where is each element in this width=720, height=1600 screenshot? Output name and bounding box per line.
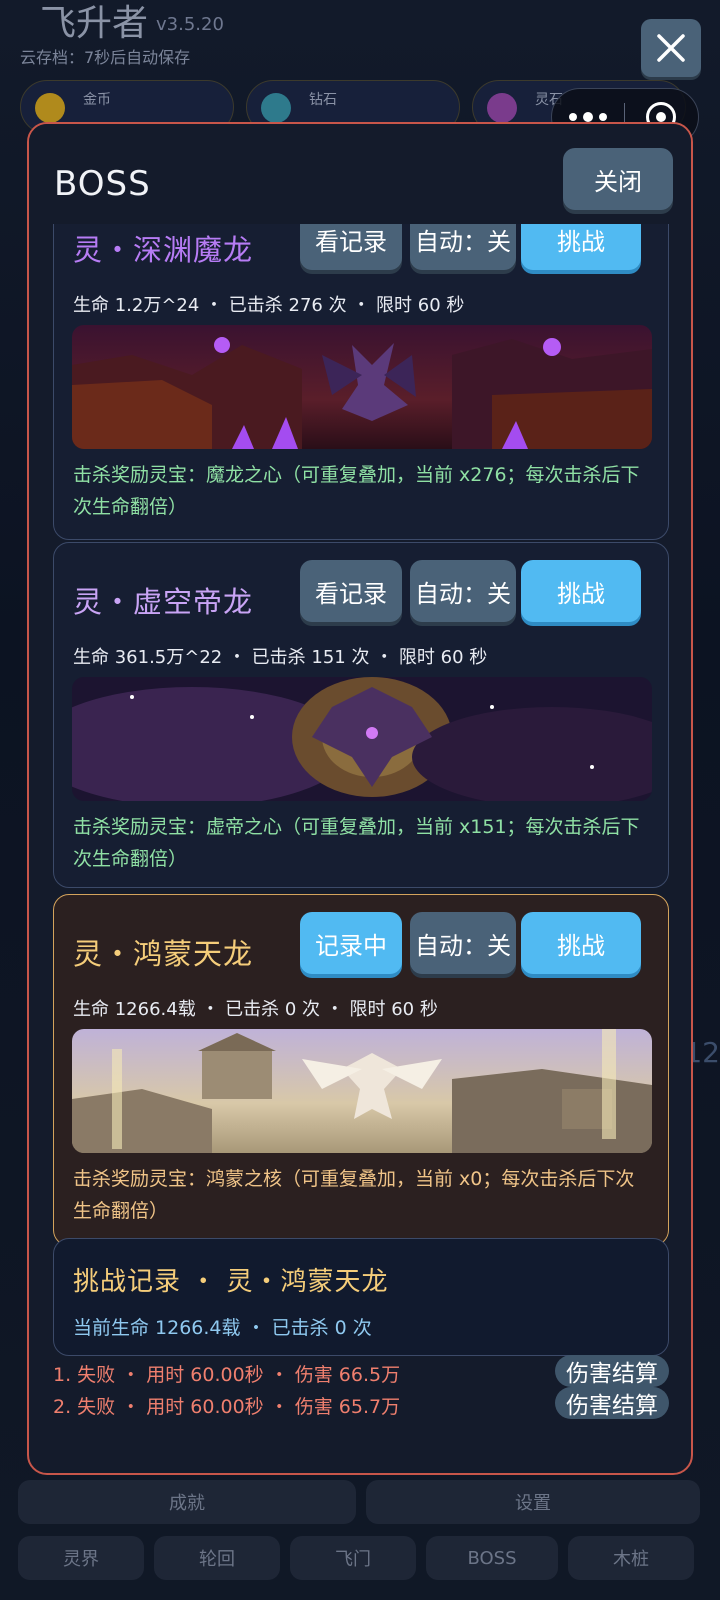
game-version: v3.5.20 bbox=[156, 14, 224, 35]
boss-stats: 生命 1.2万^24 ・ 已击杀 276 次 ・ 限时 60 秒 bbox=[73, 295, 465, 316]
recording-button[interactable]: 记录中 bbox=[300, 912, 402, 974]
challenge-record-panel: 挑战记录 ・ 灵・鸿蒙天龙 当前生命 1266.4载 ・ 已击杀 0 次 bbox=[53, 1238, 669, 1356]
boss-reward: 击杀奖励灵宝：魔龙之心（可重复叠加，当前 x276；每次击杀后下次生命翻倍） bbox=[73, 464, 640, 518]
bottom-menu-row-1: 成就 设置 bbox=[18, 1480, 700, 1524]
nav-training-dummy[interactable]: 木桩 bbox=[568, 1536, 694, 1580]
record-entry-text: 2. 失败 ・ 用时 60.00秒 ・ 伤害 65.7万 bbox=[53, 1396, 401, 1418]
boss-stats: 生命 1266.4载 ・ 已击杀 0 次 ・ 限时 60 秒 bbox=[73, 999, 438, 1020]
spirit-stone-icon bbox=[487, 93, 517, 123]
boss-banner-image bbox=[72, 1029, 652, 1153]
nav-sect[interactable]: 飞门 bbox=[290, 1536, 416, 1580]
nav-spirit-realm[interactable]: 灵界 bbox=[18, 1536, 144, 1580]
boss-list[interactable]: 灵・深渊魔龙 看记录 自动：关 挑战 生命 1.2万^24 ・ 已击杀 276 … bbox=[29, 190, 691, 1473]
bottom-nav: 灵界 轮回 飞门 BOSS 木桩 bbox=[18, 1536, 694, 1580]
settings-button[interactable]: 设置 bbox=[366, 1480, 700, 1524]
boss-name: 灵・鸿蒙天龙 bbox=[73, 937, 254, 971]
record-subtitle: 当前生命 1266.4载 ・ 已击杀 0 次 bbox=[73, 1317, 372, 1339]
modal-close-button[interactable]: 关闭 bbox=[563, 148, 673, 210]
cloud-save-status: 云存档：7秒后自动保存 bbox=[20, 48, 191, 67]
record-title: 挑战记录 ・ 灵・鸿蒙天龙 bbox=[73, 1267, 389, 1297]
boss-banner-image bbox=[72, 677, 652, 801]
nav-reincarnation[interactable]: 轮回 bbox=[154, 1536, 280, 1580]
gold-label: 金币 bbox=[83, 92, 111, 108]
record-entry: 1. 失败 ・ 用时 60.00秒 ・ 伤害 66.5万 伤害结算 bbox=[53, 1355, 669, 1387]
more-options-icon[interactable] bbox=[552, 111, 624, 122]
challenge-button[interactable]: 挑战 bbox=[521, 912, 641, 974]
boss-stats: 生命 361.5万^22 ・ 已击杀 151 次 ・ 限时 60 秒 bbox=[73, 647, 488, 668]
diamond-label: 钻石 bbox=[309, 92, 337, 108]
close-icon bbox=[657, 34, 685, 62]
boss-name: 灵・深渊魔龙 bbox=[73, 233, 254, 267]
record-entry: 2. 失败 ・ 用时 60.00秒 ・ 伤害 65.7万 伤害结算 bbox=[53, 1387, 669, 1419]
boss-reward: 击杀奖励灵宝：鸿蒙之核（可重复叠加，当前 x0；每次击杀后下次生命翻倍） bbox=[73, 1168, 635, 1222]
boss-reward: 击杀奖励灵宝：虚帝之心（可重复叠加，当前 x151；每次击杀后下次生命翻倍） bbox=[73, 816, 640, 870]
game-title: 飞升者 bbox=[40, 3, 149, 44]
damage-settlement-button[interactable]: 伤害结算 bbox=[555, 1387, 669, 1419]
auto-toggle-button[interactable]: 自动：关 bbox=[410, 560, 516, 622]
gold-coin-icon bbox=[35, 93, 65, 123]
auto-toggle-button[interactable]: 自动：关 bbox=[410, 912, 516, 974]
achievements-button[interactable]: 成就 bbox=[18, 1480, 356, 1524]
boss-modal: BOSS 关闭 灵・深渊魔龙 看记录 自动：关 挑战 生命 1.2万^24 ・ … bbox=[27, 122, 693, 1475]
boss-card-void-emperor-dragon: 灵・虚空帝龙 看记录 自动：关 挑战 生命 361.5万^22 ・ 已击杀 15… bbox=[53, 542, 669, 888]
boss-card-abyss-dragon: 灵・深渊魔龙 看记录 自动：关 挑战 生命 1.2万^24 ・ 已击杀 276 … bbox=[53, 190, 669, 540]
diamond-icon bbox=[261, 93, 291, 123]
close-x-button[interactable] bbox=[641, 19, 701, 77]
damage-settlement-button[interactable]: 伤害结算 bbox=[555, 1355, 669, 1387]
boss-card-hongmeng-dragon: 灵・鸿蒙天龙 记录中 自动：关 挑战 生命 1266.4载 ・ 已击杀 0 次 … bbox=[53, 894, 669, 1246]
nav-boss[interactable]: BOSS bbox=[426, 1536, 558, 1580]
modal-title: BOSS bbox=[54, 164, 151, 204]
boss-name: 灵・虚空帝龙 bbox=[73, 585, 254, 619]
view-record-button[interactable]: 看记录 bbox=[300, 560, 402, 622]
record-entry-text: 1. 失败 ・ 用时 60.00秒 ・ 伤害 66.5万 bbox=[53, 1364, 401, 1386]
modal-header: BOSS 关闭 bbox=[29, 124, 691, 224]
boss-banner-image bbox=[72, 325, 652, 449]
challenge-button[interactable]: 挑战 bbox=[521, 560, 641, 622]
